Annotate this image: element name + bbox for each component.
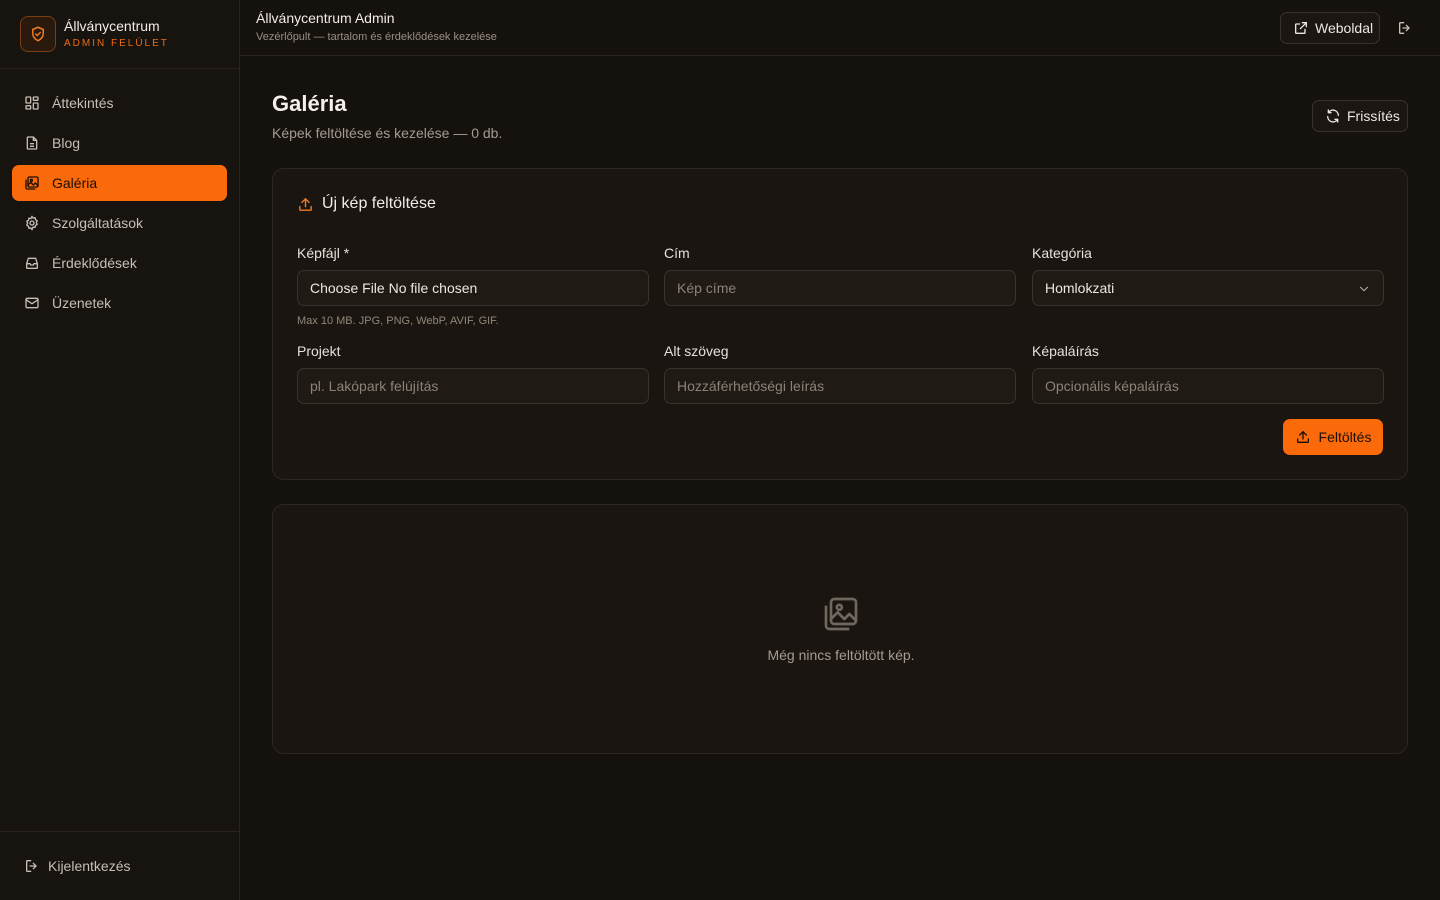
file-input[interactable]: Choose File No file chosen [297,270,649,306]
gallery-empty-text: Még nincs feltöltött kép. [767,647,915,663]
sidebar-nav: Áttekintés Blog Galéria Szolgáltatások É… [12,85,227,325]
website-button[interactable]: Weboldal [1280,12,1380,44]
upload-submit-button[interactable]: Feltöltés [1283,419,1383,455]
sidebar-item-label: Érdeklődések [52,255,137,271]
title-input[interactable]: Kép címe [664,270,1016,306]
brand[interactable]: Állványcentrum ADMIN FELÜLET [0,0,239,69]
external-link-icon [1293,20,1309,36]
dashboard-icon [24,95,40,111]
refresh-button-label: Frissítés [1347,108,1400,124]
brand-subtitle: ADMIN FELÜLET [64,38,169,49]
caption-field: Képaláírás Opcionális képaláírás [1032,343,1384,404]
upload-icon [297,196,314,213]
gear-icon [24,215,40,231]
file-hint: Max 10 MB. JPG, PNG, WebP, AVIF, GIF. [297,315,499,327]
caption-input[interactable]: Opcionális képaláírás [1032,368,1384,404]
sidebar-item-blog[interactable]: Blog [12,125,227,161]
project-field: Projekt pl. Lakópark felújítás [297,343,649,404]
sidebar-item-gallery[interactable]: Galéria [12,165,227,201]
page-subtitle: Képek feltöltése és kezelése — 0 db. [272,125,503,141]
sidebar-logout-button[interactable]: Kijelentkezés [0,831,239,900]
inbox-icon [24,255,40,271]
sidebar-item-label: Áttekintés [52,95,114,111]
category-label: Kategória [1032,245,1092,261]
logout-label: Kijelentkezés [48,858,131,874]
alt-text-label: Alt szöveg [664,343,729,359]
sidebar-item-label: Blog [52,135,81,151]
title-label: Cím [664,245,690,261]
header-title: Állványcentrum Admin [256,10,395,26]
top-bar: Állványcentrum Admin Vezérlőpult — tarta… [240,0,1440,56]
header-subtitle: Vezérlőpult — tartalom és érdeklődések k… [256,31,497,43]
gallery-icon [24,175,40,191]
page-title: Galéria [272,91,347,116]
sidebar-item-label: Szolgáltatások [52,215,144,231]
shield-check-icon [20,16,56,52]
upload-icon [1295,429,1311,445]
sidebar-item-overview[interactable]: Áttekintés [12,85,227,121]
mail-icon [24,295,40,311]
category-select[interactable]: Homlokzati [1032,270,1384,306]
sidebar-item-inquiries[interactable]: Érdeklődések [12,245,227,281]
logout-icon[interactable] [1397,20,1413,36]
website-button-label: Weboldal [1315,20,1374,36]
title-field: Cím Kép címe [664,245,1016,306]
document-icon [24,135,40,151]
gallery-icon [821,594,861,634]
file-label: Képfájl * [297,245,350,261]
project-label: Projekt [297,343,341,359]
alt-text-input[interactable]: Hozzáférhetőségi leírás [664,368,1016,404]
sidebar-item-services[interactable]: Szolgáltatások [12,205,227,241]
gallery-card: Még nincs feltöltött kép. [272,504,1408,754]
alt-text-field: Alt szöveg Hozzáférhetőségi leírás [664,343,1016,404]
caption-label: Képaláírás [1032,343,1099,359]
brand-name: Állványcentrum [64,18,160,34]
refresh-icon [1325,108,1341,124]
chevron-down-icon [1357,282,1371,296]
sidebar-item-label: Galéria [52,175,98,191]
category-value: Homlokzati [1045,280,1115,296]
sidebar: Állványcentrum ADMIN FELÜLET Áttekintés … [0,0,240,900]
file-field: Képfájl * Choose File No file chosen Max… [297,245,649,327]
upload-submit-label: Feltöltés [1318,429,1372,445]
sidebar-item-label: Üzenetek [52,295,112,311]
upload-title-text: Új kép feltöltése [322,195,436,212]
upload-card-title: Új kép feltöltése [297,195,436,213]
project-input[interactable]: pl. Lakópark felújítás [297,368,649,404]
sidebar-item-messages[interactable]: Üzenetek [12,285,227,321]
upload-card: Új kép feltöltése Képfájl * Choose File … [272,168,1408,480]
category-field: Kategória Homlokzati [1032,245,1384,306]
logout-icon [24,858,40,874]
refresh-button[interactable]: Frissítés [1312,100,1408,132]
